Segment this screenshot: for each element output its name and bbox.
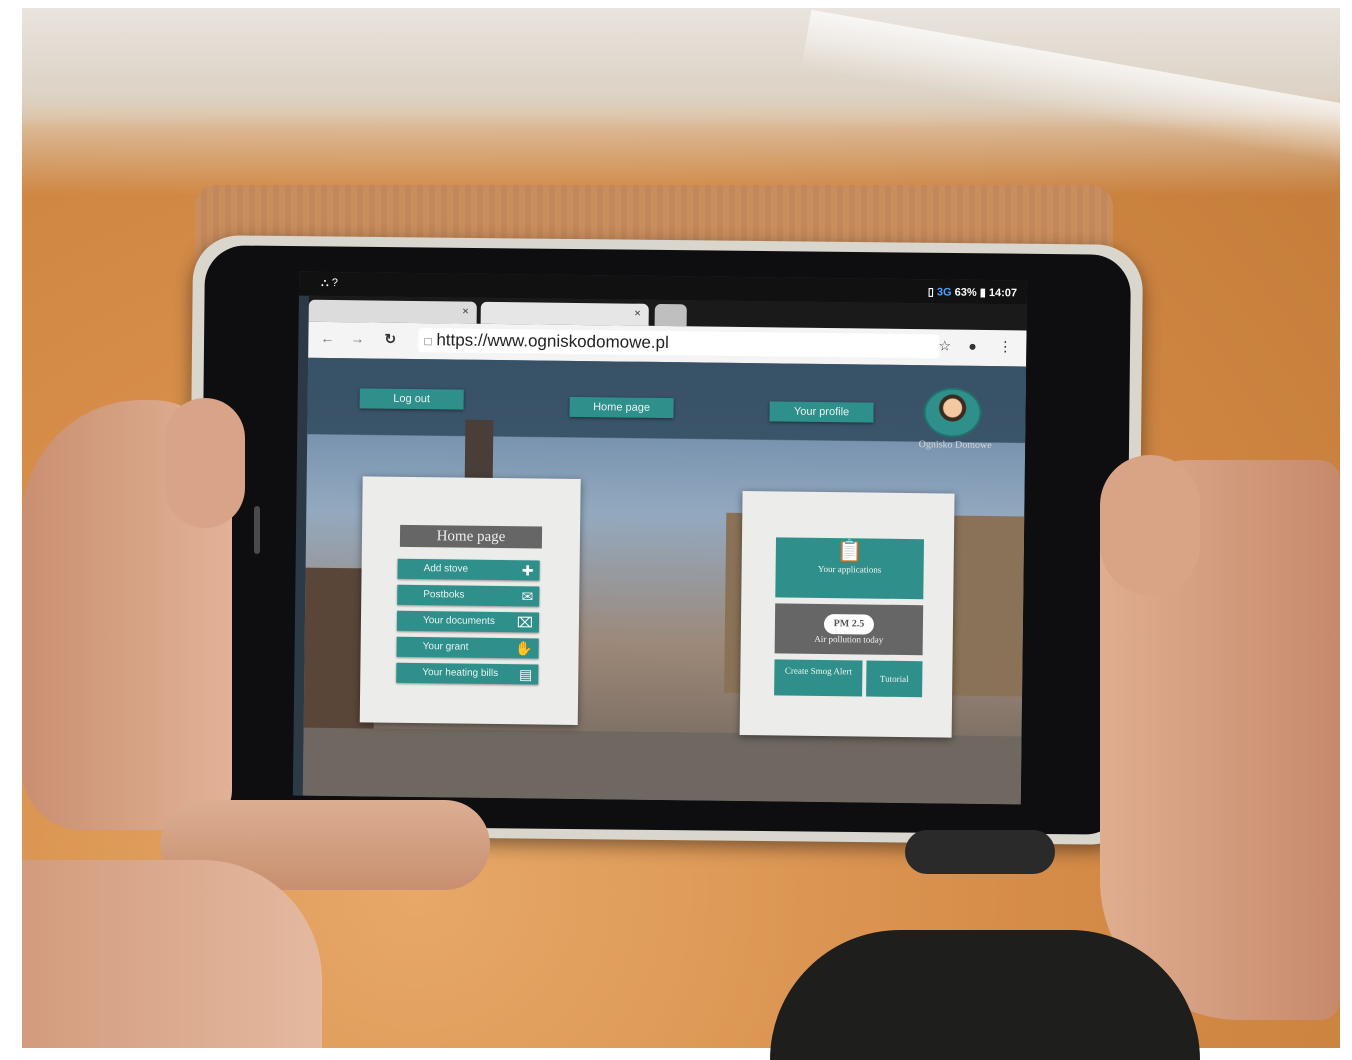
- left-thumb: [165, 398, 245, 528]
- clock: 14:07: [988, 287, 1018, 300]
- create-smog-alert-tile[interactable]: Create Smog Alert: [774, 659, 863, 697]
- mic-icon[interactable]: ●: [968, 338, 977, 354]
- bill-icon: ▤: [518, 666, 533, 683]
- plus-icon: ✚: [521, 562, 534, 579]
- tile-label: Your applications: [817, 563, 882, 575]
- cloud-icon: PM 2.5: [823, 614, 875, 635]
- logout-button[interactable]: Log out: [359, 388, 464, 410]
- tile-label: Create Smog Alert: [784, 665, 852, 677]
- page-icon: □: [424, 334, 432, 349]
- menu-label: Postboks: [423, 589, 465, 601]
- shirt-sleeve: [770, 930, 1200, 1060]
- more-vert-icon[interactable]: ⋮: [998, 338, 1012, 355]
- menu-label: Your heating bills: [422, 667, 499, 680]
- star-icon[interactable]: ☆: [938, 337, 951, 354]
- url-input[interactable]: □ https://www.ogniskodomowe.pl: [418, 328, 940, 359]
- clipboard-icon: 📋: [836, 538, 864, 564]
- tile-label: Air pollution today: [814, 633, 884, 645]
- menu-label: Your documents: [422, 615, 495, 627]
- browser-tab-2[interactable]: ×: [480, 301, 649, 326]
- tablet-screen: ⛬ ? ▯ 3G 63% ▮ 14:07 × × ← → ↻ □ https:/…: [292, 271, 1028, 805]
- close-tab-icon[interactable]: ×: [634, 308, 641, 320]
- your-documents-button[interactable]: Your documents ⌧: [396, 610, 540, 633]
- web-page: Log out Home page Your profile Ognisko D…: [302, 357, 1027, 805]
- status-right: ▯ 3G 63% ▮ 14:07: [928, 285, 1017, 299]
- air-pollution-tile[interactable]: PM 2.5 Air pollution today: [774, 603, 924, 656]
- close-tab-icon[interactable]: ×: [462, 306, 469, 318]
- your-grant-button[interactable]: Your grant ✋: [396, 636, 539, 659]
- panel-title: Home page: [399, 524, 543, 549]
- lower-hand: [22, 860, 322, 1048]
- battery-level: 63%: [954, 286, 977, 299]
- your-applications-tile[interactable]: 📋 Your applications: [775, 537, 925, 600]
- battery-icon: ▮: [979, 286, 986, 299]
- postboks-button[interactable]: Postboks ✉: [397, 584, 540, 607]
- hand-coin-icon: ✋: [515, 640, 533, 657]
- tile-label: Tutorial: [879, 673, 909, 685]
- arrow-left-icon[interactable]: ←: [320, 330, 334, 346]
- right-thumb: [1100, 455, 1200, 595]
- network-indicator: 3G: [936, 286, 952, 299]
- avatar[interactable]: [923, 387, 982, 438]
- home-page-button[interactable]: Home page: [569, 396, 674, 419]
- url-text: https://www.ogniskodomowe.pl: [436, 330, 669, 353]
- arrow-right-icon[interactable]: →: [350, 330, 364, 346]
- market-square: [302, 727, 1022, 805]
- your-heating-bills-button[interactable]: Your heating bills ▤: [396, 662, 539, 685]
- menu-label: Your grant: [422, 641, 469, 653]
- envelope-icon: ✉: [521, 588, 534, 605]
- tablet-speaker: [254, 506, 260, 554]
- bluetooth-icon: ▯: [927, 286, 934, 299]
- finger-shadow: [905, 830, 1055, 874]
- notification-icons: ⛬ ?: [321, 276, 339, 290]
- menu-label: Add stove: [423, 563, 469, 575]
- home-menu-panel: Home page Add stove ✚ Postboks ✉ Your do…: [359, 476, 581, 726]
- browser-tab-1[interactable]: ×: [308, 299, 477, 324]
- add-stove-button[interactable]: Add stove ✚: [397, 558, 540, 581]
- new-tab-button[interactable]: [654, 303, 687, 327]
- paperclip-icon: ⌧: [516, 614, 534, 631]
- tutorial-tile[interactable]: Tutorial: [866, 660, 923, 698]
- your-profile-button[interactable]: Your profile: [769, 401, 874, 423]
- reload-icon[interactable]: ↻: [384, 331, 396, 348]
- avatar-name: Ognisko Domowe: [918, 439, 992, 452]
- services-panel: 📋 Your applications PM 2.5 Air pollution…: [739, 491, 955, 738]
